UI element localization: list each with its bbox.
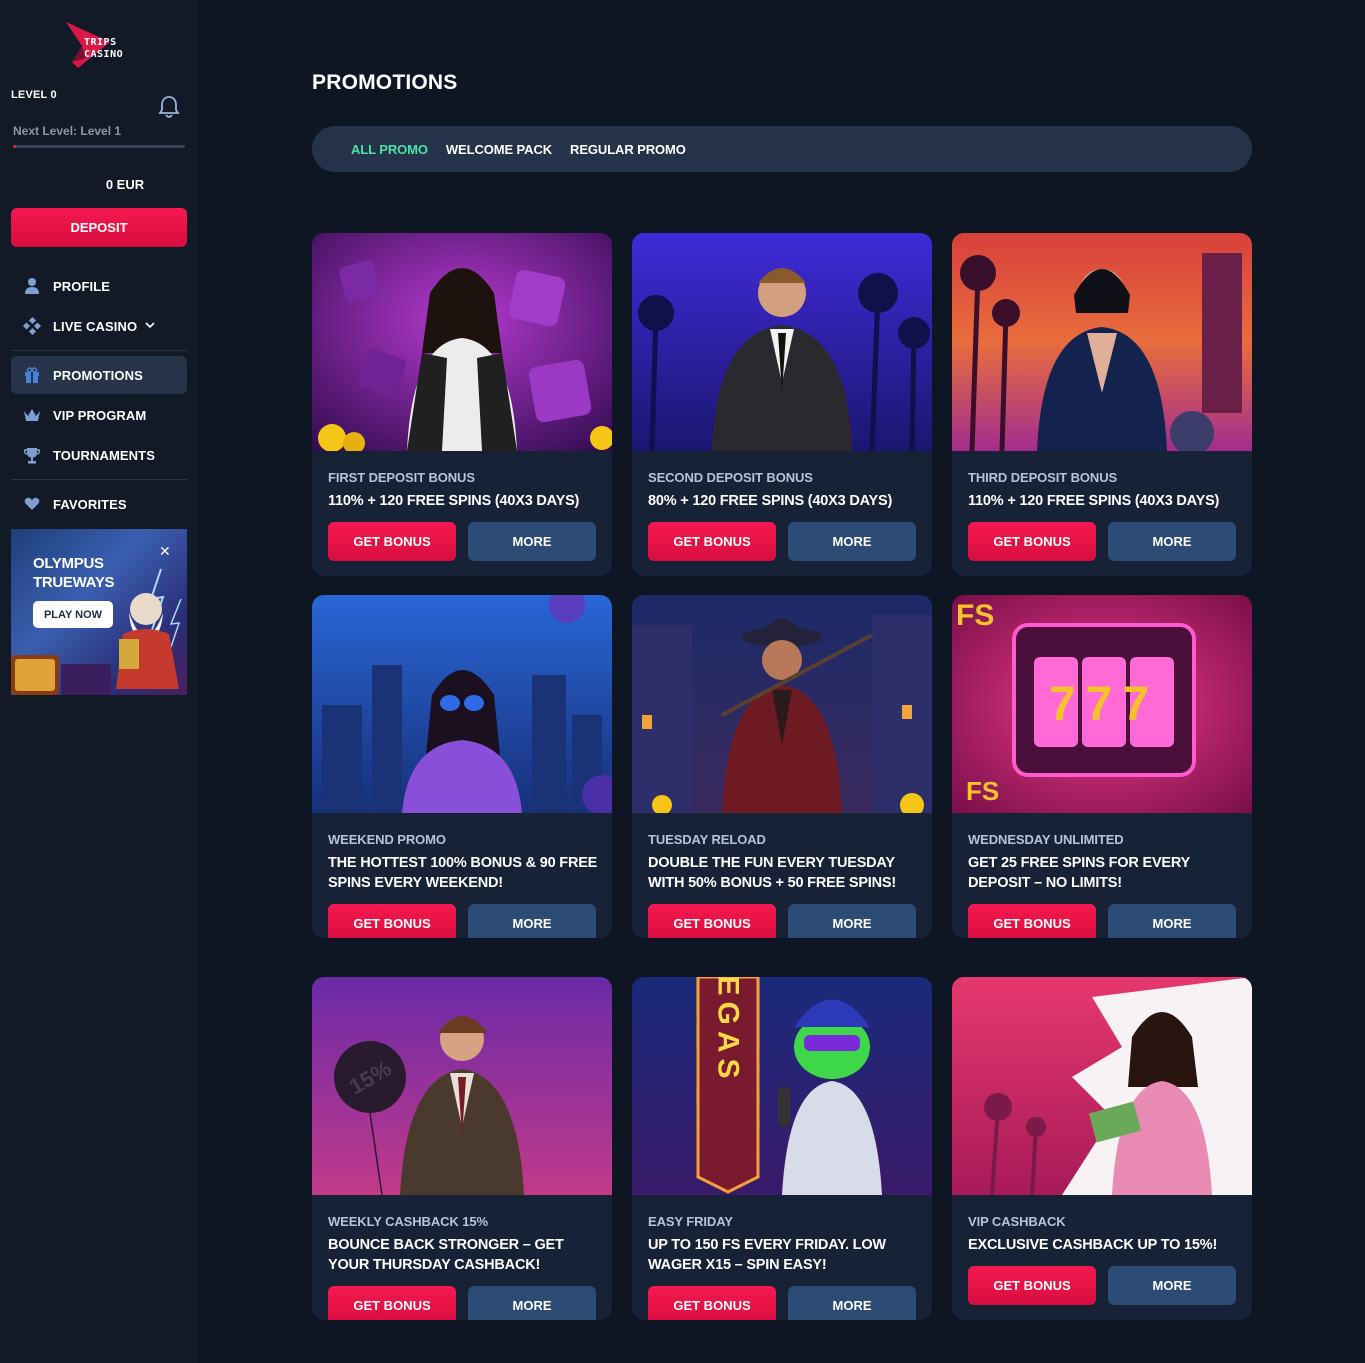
sidebar: TRIPS CASINO LEVEL 0 Next Level: Level 1 … — [0, 0, 198, 1363]
tab-all-promo[interactable]: ALL PROMO — [351, 142, 428, 157]
promo-card: THIRD DEPOSIT BONUS 110% + 120 FREE SPIN… — [952, 233, 1252, 576]
promo-title: GET 25 FREE SPINS FOR EVERY DEPOSIT – NO… — [968, 855, 1190, 891]
promo-image — [632, 233, 932, 451]
get-bonus-button[interactable]: GET BONUS — [968, 522, 1096, 561]
more-button[interactable]: MORE — [468, 904, 596, 938]
level-progress-bar — [13, 145, 185, 148]
more-button[interactable]: MORE — [788, 522, 916, 561]
promo-category: SECOND DEPOSIT BONUS — [648, 470, 813, 485]
chevron-down-icon[interactable] — [145, 321, 155, 332]
promo-image — [632, 595, 932, 813]
divider — [11, 350, 187, 351]
promo-category: WEEKEND PROMO — [328, 832, 446, 847]
more-button[interactable]: MORE — [1108, 1266, 1236, 1305]
promo-title: 110% + 120 FREE SPINS (40X3 DAYS) — [968, 493, 1220, 509]
get-bonus-button[interactable]: GET BONUS — [328, 522, 456, 561]
fs-art-text-1: FS — [956, 599, 994, 632]
more-button[interactable]: MORE — [468, 522, 596, 561]
fs-art-text-2: FS — [966, 776, 999, 806]
promo-image — [312, 233, 612, 451]
promo-title: 110% + 120 FREE SPINS (40X3 DAYS) — [328, 493, 580, 509]
promo-banner-olympus[interactable]: OLYMPUS TRUEWAYS ✕ PLAY NOW — [11, 529, 187, 695]
promo-title: 80% + 120 FREE SPINS (40X3 DAYS) — [648, 493, 893, 509]
promo-title: DOUBLE THE FUN EVERY TUESDAY WITH 50% BO… — [648, 855, 897, 891]
promo-card: FIRST DEPOSIT BONUS 110% + 120 FREE SPIN… — [312, 233, 612, 576]
sidebar-item-label: FAVORITES — [53, 496, 127, 512]
promo-category: TUESDAY RELOAD — [648, 832, 766, 847]
more-button[interactable]: MORE — [788, 904, 916, 938]
get-bonus-button[interactable]: GET BONUS — [648, 904, 776, 938]
get-bonus-button[interactable]: GET BONUS — [968, 904, 1096, 938]
sidebar-item-tournaments[interactable]: TOURNAMENTS — [11, 436, 187, 474]
promo-image: 777 FS FS — [952, 595, 1252, 813]
heart-icon — [21, 494, 43, 514]
promo-card: TUESDAY RELOAD DOUBLE THE FUN EVERY TUES… — [632, 595, 932, 938]
chips-icon — [21, 316, 43, 336]
deposit-button[interactable]: DEPOSIT — [11, 208, 187, 247]
promo-title: EXCLUSIVE CASHBACK UP TO 15%! — [968, 1237, 1218, 1253]
balance: 0 EUR — [105, 177, 145, 192]
promo-card: 777 FS FS WEDNESDAY UNLIMITED GET 25 FRE… — [952, 595, 1252, 938]
close-icon[interactable]: ✕ — [159, 543, 171, 560]
promo-title: BOUNCE BACK STRONGER – GET YOUR THURSDAY… — [328, 1237, 564, 1273]
more-button[interactable]: MORE — [1108, 904, 1236, 938]
promo-category: WEEKLY CASHBACK 15% — [328, 1214, 488, 1229]
sidebar-item-label: LIVE CASINO — [53, 318, 138, 334]
promo-image — [952, 233, 1252, 451]
promo-category: THIRD DEPOSIT BONUS — [968, 470, 1118, 485]
more-button[interactable]: MORE — [468, 1286, 596, 1320]
gift-icon — [21, 365, 43, 385]
play-now-button[interactable]: PLAY NOW — [33, 601, 113, 628]
get-bonus-button[interactable]: GET BONUS — [328, 1286, 456, 1320]
more-button[interactable]: MORE — [788, 1286, 916, 1320]
tab-regular-promo[interactable]: REGULAR PROMO — [570, 142, 686, 157]
divider — [11, 479, 187, 480]
crown-icon — [21, 405, 43, 425]
get-bonus-button[interactable]: GET BONUS — [968, 1266, 1096, 1305]
get-bonus-button[interactable]: GET BONUS — [648, 522, 776, 561]
sidebar-item-label: TOURNAMENTS — [53, 447, 155, 463]
sidebar-item-label: VIP PROGRAM — [53, 407, 147, 423]
more-button[interactable]: MORE — [1108, 522, 1236, 561]
sidebar-item-label: PROFILE — [53, 278, 111, 294]
user-level: LEVEL 0 — [11, 89, 57, 101]
promo-tabs: ALL PROMO WELCOME PACK REGULAR PROMO — [312, 126, 1252, 172]
promo-image — [952, 977, 1252, 1195]
tab-welcome-pack[interactable]: WELCOME PACK — [446, 142, 552, 157]
promo-category: VIP CASHBACK — [968, 1214, 1066, 1229]
sidebar-item-vip-program[interactable]: VIP PROGRAM — [11, 396, 187, 434]
get-bonus-button[interactable]: GET BONUS — [328, 904, 456, 938]
level-progress-fill — [13, 145, 17, 148]
promo-card: 15% WEEKLY CASHBACK 15% BOUNCE BACK STRO… — [312, 977, 612, 1320]
promo-card: VIP CASHBACK EXCLUSIVE CASHBACK UP TO 15… — [952, 977, 1252, 1320]
page-title: PROMOTIONS — [312, 71, 458, 94]
promo-category: EASY FRIDAY — [648, 1214, 733, 1229]
promo-category: FIRST DEPOSIT BONUS — [328, 470, 475, 485]
promo-image — [312, 595, 612, 813]
sidebar-item-live-casino[interactable]: LIVE CASINO — [11, 307, 187, 345]
sidebar-item-label: PROMOTIONS — [53, 367, 143, 383]
sidebar-item-profile[interactable]: PROFILE — [11, 267, 187, 305]
next-level-label: Next Level: Level 1 — [13, 124, 122, 138]
trophy-icon — [21, 445, 43, 465]
get-bonus-button[interactable]: GET BONUS — [648, 1286, 776, 1320]
brand-logo[interactable]: TRIPS CASINO — [64, 22, 148, 68]
sidebar-item-promotions[interactable]: PROMOTIONS — [11, 356, 187, 394]
user-icon — [21, 276, 43, 296]
bell-icon[interactable] — [158, 95, 180, 119]
vegas-sign-text: VEGAS — [712, 977, 745, 1085]
promo-card: SECOND DEPOSIT BONUS 80% + 120 FREE SPIN… — [632, 233, 932, 576]
banner-title: OLYMPUS TRUEWAYS — [33, 555, 115, 591]
sidebar-item-favorites[interactable]: FAVORITES — [11, 485, 187, 523]
slot-reels-text: 777 — [1049, 678, 1159, 731]
promo-image: VEGAS — [632, 977, 932, 1195]
promo-card: VEGAS EASY FRIDAY UP TO 150 FS EVERY FRI… — [632, 977, 932, 1320]
promo-card: WEEKEND PROMO THE HOTTEST 100% BONUS & 9… — [312, 595, 612, 938]
promo-image: 15% — [312, 977, 612, 1195]
promo-title: THE HOTTEST 100% BONUS & 90 FREE SPINS E… — [328, 855, 598, 891]
promo-title: UP TO 150 FS EVERY FRIDAY. LOW WAGER X15… — [648, 1237, 886, 1273]
promo-category: WEDNESDAY UNLIMITED — [968, 832, 1124, 847]
